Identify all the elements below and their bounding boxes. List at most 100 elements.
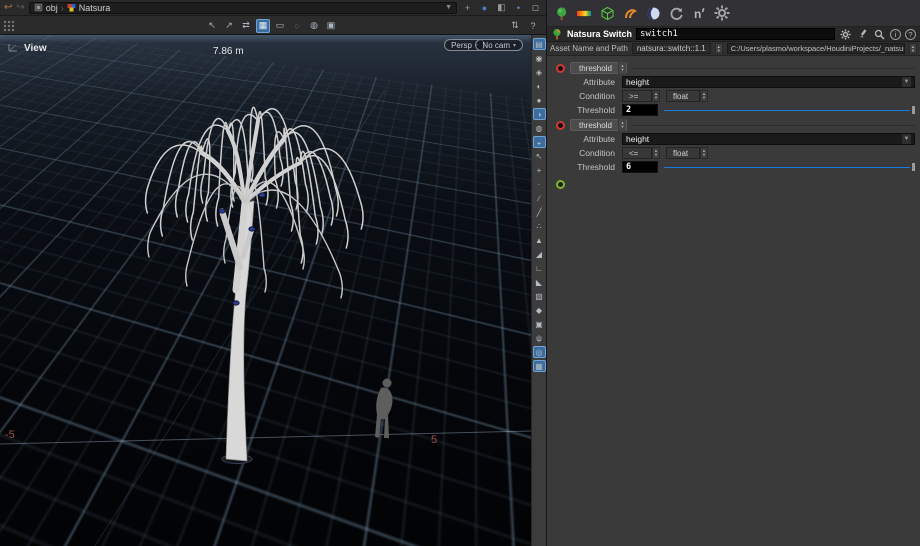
move-tool-icon[interactable]: ⇄ [239,19,253,33]
list-order-icon[interactable]: ⇅ [508,19,522,33]
breadcrumb-natsura[interactable]: Natsura [67,3,111,13]
scatter-points-icon[interactable]: ∴ [533,220,546,232]
secure-select-icon[interactable]: ↗ [222,19,236,33]
headlight-icon[interactable]: ◑ [533,108,546,120]
threshold-value-input[interactable]: 2 [622,104,658,116]
forward-arrow-icon[interactable]: ↪ [16,3,24,13]
attribute-input[interactable]: height ▼ [622,133,915,145]
condition-type-stepper[interactable]: ▲▼ [700,147,708,159]
moon-tab-icon[interactable] [645,5,661,21]
drag-grip-icon[interactable] [3,20,15,32]
swoosh-tab-icon[interactable] [622,5,638,21]
asset-version-dropdown[interactable]: natsura::switch::1.1 [632,43,711,54]
snap-lock-icon[interactable]: ◈ [533,66,546,78]
refresh-tab-icon[interactable] [668,5,684,21]
brush-icon[interactable] [856,28,869,41]
selector-dropdown[interactable]: threshold ▲▼ [570,119,627,131]
condition-type-stepper[interactable]: ▲▼ [700,90,708,102]
draw-stroke-icon[interactable]: ∕ [533,192,546,204]
remove-instance-button[interactable] [556,64,565,73]
wedge-display-icon[interactable]: ◢ [533,248,546,260]
divider [632,68,915,69]
condition-operator-dropdown[interactable]: <= [622,147,652,159]
texture-display-icon[interactable]: ▧ [533,290,546,302]
add-instance-button[interactable] [556,180,565,189]
add-point-icon[interactable]: + [533,164,546,176]
breadcrumb-obj[interactable]: obj [34,3,58,13]
selector-stepper[interactable]: ▲▼ [618,62,626,74]
view-tool-icon[interactable]: ▤ [533,38,546,50]
tree-tab-icon[interactable] [553,5,569,21]
image-plane-icon[interactable]: ▦ [533,360,546,372]
persp-menu-label: Persp [451,41,472,50]
character-display-icon[interactable]: ◍ [533,122,546,134]
annotation-icon[interactable]: ▭ [273,19,287,33]
asset-path-field[interactable]: C:/Users/plasmo/workspace/HoudiniProject… [727,43,905,54]
point-size-icon[interactable]: · [533,178,546,190]
info-circle-icon[interactable]: i [890,29,901,40]
asset-path-stepper[interactable]: ▲▼ [909,43,917,54]
snapshot-icon[interactable]: ◎ [533,346,546,358]
handles-tool-icon[interactable]: ▦ [256,19,270,33]
attribute-value: height [626,77,649,87]
select-tool-icon[interactable]: ↖ [205,19,219,33]
gear-tab-icon[interactable] [714,5,730,21]
select-visible-icon[interactable]: ↖ [533,150,546,162]
condition-operator-stepper[interactable]: ▲▼ [652,90,660,102]
selector-dropdown[interactable]: threshold ▲▼ [570,62,627,74]
node-name-input[interactable]: switch1 [636,28,835,40]
back-arrow-icon[interactable]: ↩ [4,3,12,13]
natsura-switch-icon [551,28,563,40]
cone-display-icon[interactable]: ▲ [533,234,546,246]
selector-stepper[interactable]: ▲▼ [618,119,626,131]
show-points-icon[interactable]: ◉ [533,52,546,64]
diamond-display-icon[interactable]: ◆ [533,304,546,316]
condition-operator-dropdown[interactable]: >= [622,90,652,102]
ruler-display-icon[interactable]: ∟ [533,262,546,274]
gear-icon[interactable] [839,28,852,41]
n-tab-icon[interactable]: n [691,5,707,21]
attribute-menu-caret-icon[interactable]: ▼ [902,77,911,87]
condition-row: Condition <= ▲▼ float ▲▼ [552,147,915,159]
attribute-menu-caret-icon[interactable]: ▼ [902,134,911,144]
triangle-display-icon[interactable]: ◣ [533,276,546,288]
smooth-shade-icon[interactable]: ● [533,94,546,106]
threshold-value-input[interactable]: 6 [622,161,658,173]
condition-operator-stepper[interactable]: ▲▼ [652,147,660,159]
branch-display-icon[interactable]: ψ [533,332,546,344]
ghost-circle-icon[interactable]: ○ [290,19,304,33]
gradient-tab-icon[interactable] [576,5,592,21]
threshold-slider[interactable] [664,161,915,173]
help-circle-icon[interactable]: ? [905,29,916,40]
condition-type-dropdown[interactable]: float [666,147,700,159]
remove-instance-button[interactable] [556,121,565,130]
geometry-cube-icon[interactable]: ◧ [495,1,508,14]
scene-viewport[interactable]: -55 View 7.86 m Persp ▾ No cam ▾ [0,35,531,546]
attribute-value: height [626,134,649,144]
svg-text:5: 5 [431,434,437,446]
camera-menu-label: No cam [482,41,510,50]
breadcrumb[interactable]: obj › Natsura ▼ [29,2,457,14]
helmet-icon[interactable]: ◍ [307,19,321,33]
slope-tool-icon[interactable]: ╱ [533,206,546,218]
condition-type-dropdown[interactable]: float [666,90,700,102]
globe-icon[interactable]: ● [478,1,491,14]
camera-menu[interactable]: No cam ▾ [475,39,523,51]
attribute-row: Attribute height ▼ [552,133,915,145]
white-square-icon[interactable]: □ [529,1,542,14]
threshold-slider[interactable] [664,104,915,116]
wirecube-tab-icon[interactable] [599,5,615,21]
small-dot-icon[interactable]: • [512,1,525,14]
asset-version-stepper[interactable]: ▲▼ [715,43,723,54]
move-gizmo-icon[interactable]: + [461,1,474,14]
camera-icon[interactable]: ▣ [324,19,338,33]
shaded-sphere-icon[interactable]: ◒ [533,136,546,148]
help-icon[interactable]: ? [526,19,540,33]
frame-display-icon[interactable]: ▣ [533,318,546,330]
attribute-input[interactable]: height ▼ [622,76,915,88]
display-options-icon[interactable]: ◐ [533,80,546,92]
breadcrumb-caret-icon[interactable]: ▼ [445,4,452,11]
attribute-row: Attribute height ▼ [552,76,915,88]
magnifier-icon[interactable] [873,28,886,41]
parameter-list: threshold ▲▼ Attribute height ▼ Conditio… [547,56,920,190]
